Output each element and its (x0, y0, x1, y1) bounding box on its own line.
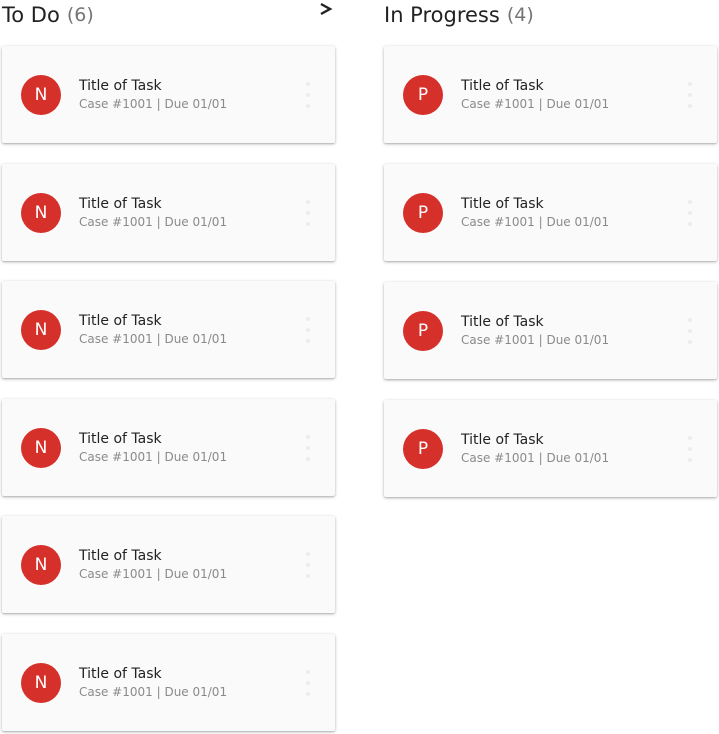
avatar: P (403, 428, 443, 469)
task-subtitle: Case #1001 | Due 01/01 (461, 332, 610, 347)
more-vertical-icon[interactable] (686, 81, 694, 108)
more-vertical-icon[interactable] (304, 669, 312, 696)
task-title: Title of Task (461, 431, 544, 448)
task-card[interactable]: P Title of Task Case #1001 | Due 01/01 (384, 400, 717, 497)
more-vertical-icon[interactable] (686, 199, 694, 226)
task-card[interactable]: P Title of Task Case #1001 | Due 01/01 (384, 282, 717, 379)
column-in-progress: In Progress (4) P Title of Task Case #10… (384, 0, 717, 497)
column-count: (4) (506, 4, 534, 26)
avatar: N (21, 427, 61, 468)
card-text: Title of Task Case #1001 | Due 01/01 (461, 77, 609, 113)
task-card[interactable]: N Title of Task Case #1001 | Due 01/01 (2, 46, 335, 143)
task-title: Title of Task (79, 665, 162, 682)
task-title: Title of Task (79, 430, 162, 447)
task-card[interactable]: N Title of Task Case #1001 | Due 01/01 (2, 399, 335, 496)
avatar: P (403, 192, 443, 233)
column-title: In Progress (384, 3, 500, 27)
task-subtitle: Case #1001 | Due 01/01 (79, 331, 228, 346)
task-subtitle: Case #1001 | Due 01/01 (79, 449, 228, 464)
task-card[interactable]: N Title of Task Case #1001 | Due 01/01 (2, 634, 335, 731)
column-title: To Do (2, 3, 60, 27)
task-card[interactable]: P Title of Task Case #1001 | Due 01/01 (384, 46, 717, 143)
avatar: N (21, 662, 61, 703)
task-subtitle: Case #1001 | Due 01/01 (79, 96, 228, 111)
chevron-right-icon[interactable] (317, 0, 335, 20)
avatar: N (21, 309, 61, 350)
card-text: Title of Task Case #1001 | Due 01/01 (79, 312, 227, 348)
card-text: Title of Task Case #1001 | Due 01/01 (79, 665, 227, 701)
card-text: Title of Task Case #1001 | Due 01/01 (79, 547, 227, 583)
task-title: Title of Task (461, 77, 544, 94)
card-text: Title of Task Case #1001 | Due 01/01 (79, 195, 227, 231)
task-card[interactable]: N Title of Task Case #1001 | Due 01/01 (2, 281, 335, 378)
card-text: Title of Task Case #1001 | Due 01/01 (461, 431, 609, 467)
column-count: (6) (66, 4, 94, 26)
task-subtitle: Case #1001 | Due 01/01 (79, 566, 228, 581)
task-title: Title of Task (79, 312, 162, 329)
card-text: Title of Task Case #1001 | Due 01/01 (461, 195, 609, 231)
task-subtitle: Case #1001 | Due 01/01 (461, 214, 610, 229)
task-subtitle: Case #1001 | Due 01/01 (79, 684, 228, 699)
avatar: N (21, 74, 61, 115)
task-card[interactable]: N Title of Task Case #1001 | Due 01/01 (2, 164, 335, 261)
task-title: Title of Task (461, 195, 544, 212)
task-subtitle: Case #1001 | Due 01/01 (461, 96, 610, 111)
column-todo: To Do (6) N Title of Task Case #1001 | D… (2, 0, 335, 731)
more-vertical-icon[interactable] (304, 316, 312, 343)
avatar: P (403, 74, 443, 115)
task-subtitle: Case #1001 | Due 01/01 (461, 450, 610, 465)
task-title: Title of Task (79, 195, 162, 212)
more-vertical-icon[interactable] (304, 81, 312, 108)
avatar: N (21, 544, 61, 585)
more-vertical-icon[interactable] (686, 317, 694, 344)
task-card[interactable]: P Title of Task Case #1001 | Due 01/01 (384, 164, 717, 261)
task-card[interactable]: N Title of Task Case #1001 | Due 01/01 (2, 516, 335, 613)
task-title: Title of Task (79, 547, 162, 564)
avatar: P (403, 310, 443, 351)
column-header: In Progress (4) (384, 0, 717, 30)
more-vertical-icon[interactable] (686, 435, 694, 462)
task-title: Title of Task (79, 77, 162, 94)
column-header: To Do (6) (2, 0, 335, 30)
avatar: N (21, 192, 61, 233)
task-title: Title of Task (461, 313, 544, 330)
task-subtitle: Case #1001 | Due 01/01 (79, 214, 228, 229)
more-vertical-icon[interactable] (304, 434, 312, 461)
card-text: Title of Task Case #1001 | Due 01/01 (461, 313, 609, 349)
card-text: Title of Task Case #1001 | Due 01/01 (79, 77, 227, 113)
more-vertical-icon[interactable] (304, 199, 312, 226)
card-text: Title of Task Case #1001 | Due 01/01 (79, 430, 227, 466)
more-vertical-icon[interactable] (304, 551, 312, 578)
